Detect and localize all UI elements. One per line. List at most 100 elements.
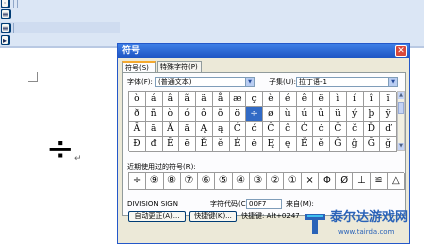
symbol-cell[interactable]: Ď [363, 122, 381, 137]
symbol-cell[interactable]: ë [313, 92, 330, 107]
recent-symbol-cell[interactable]: ② [267, 173, 285, 190]
symbol-cell[interactable]: ý [346, 107, 364, 122]
dialog-titlebar[interactable]: 符号 ✕ [118, 44, 409, 58]
symbol-cell[interactable]: ÷ [246, 107, 263, 122]
symbol-cell[interactable]: č [346, 122, 364, 137]
symbol-cell[interactable]: Ě [296, 137, 314, 152]
recent-symbol-cell[interactable]: ⑨ [146, 173, 164, 190]
symbol-cell[interactable]: ē [179, 137, 196, 152]
recent-symbol-cell[interactable]: ⑦ [180, 173, 198, 190]
symbol-cell[interactable]: Đ [129, 137, 146, 152]
symbol-cell[interactable]: í [346, 92, 364, 107]
symbol-cell[interactable]: ď [380, 122, 397, 137]
scroll-down-icon[interactable]: ▼ [398, 143, 404, 150]
recent-symbol-cell[interactable]: ≌ [370, 173, 388, 190]
chevron-down-icon[interactable]: ▼ [388, 78, 397, 86]
symbol-cell[interactable]: ÿ [380, 107, 397, 122]
symbol-cell[interactable]: ò [162, 107, 180, 122]
symbol-cell[interactable]: î [363, 92, 381, 107]
symbol-cell[interactable]: ą [212, 122, 230, 137]
symbol-cell[interactable]: Ċ [296, 122, 314, 137]
chevron-down-icon[interactable]: ▼ [245, 78, 254, 86]
recent-symbol-cell[interactable]: ⑤ [215, 173, 233, 190]
watermark-title: 泰尔达游戏网 [330, 210, 409, 225]
recent-symbol-cell[interactable]: × [301, 173, 319, 190]
symbol-cell[interactable]: ě [313, 137, 330, 152]
symbol-cell[interactable]: ĝ [346, 137, 364, 152]
symbol-cell[interactable]: ğ [380, 137, 397, 152]
symbol-cell[interactable]: ô [196, 107, 213, 122]
recent-symbol-cell[interactable]: ⊥ [353, 173, 371, 190]
symbol-cell[interactable]: ï [380, 92, 397, 107]
symbol-cell[interactable]: ĉ [279, 122, 297, 137]
symbol-cell[interactable]: Ă [162, 122, 180, 137]
symbol-cell[interactable]: ú [296, 107, 314, 122]
symbol-cell[interactable]: Ē [162, 137, 180, 152]
symbol-cell[interactable]: â [162, 92, 180, 107]
symbol-cell[interactable]: ã [179, 92, 196, 107]
symbol-cell[interactable]: æ [229, 92, 247, 107]
symbol-cell[interactable]: ĕ [212, 137, 230, 152]
recent-symbol-cell[interactable]: Ø [336, 173, 354, 190]
subset-select[interactable]: 拉丁语-1 ▼ [296, 77, 398, 87]
symbol-cell[interactable]: ì [330, 92, 347, 107]
symbol-cell[interactable]: Ĕ [196, 137, 213, 152]
autocorrect-button[interactable]: 自动更正(A)... [128, 211, 186, 222]
symbol-cell[interactable]: Ā [129, 122, 146, 137]
symbol-cell[interactable]: ê [296, 92, 314, 107]
symbol-cell[interactable]: ă [179, 122, 196, 137]
recent-symbol-cell[interactable]: Φ [318, 173, 336, 190]
symbol-cell[interactable]: Ĉ [263, 122, 280, 137]
symbol-cell[interactable]: ć [246, 122, 263, 137]
symbol-cell[interactable]: ä [196, 92, 213, 107]
recent-symbol-cell[interactable]: ÷ [129, 173, 147, 190]
symbol-cell[interactable]: ā [145, 122, 163, 137]
symbol-cell[interactable]: õ [212, 107, 230, 122]
symbol-cell[interactable]: Ą [196, 122, 213, 137]
symbol-cell[interactable]: đ [145, 137, 163, 152]
symbol-cell[interactable]: þ [363, 107, 381, 122]
recent-symbol-cell[interactable]: ⑥ [198, 173, 216, 190]
recent-symbol-cell[interactable]: ④ [232, 173, 250, 190]
scroll-up-icon[interactable]: ▲ [398, 92, 404, 99]
symbol-cell[interactable]: á [145, 92, 163, 107]
symbol-cell[interactable]: ö [229, 107, 247, 122]
symbol-cell[interactable]: Č [330, 122, 347, 137]
scroll-thumb[interactable] [398, 102, 404, 114]
symbol-cell[interactable]: Ĝ [330, 137, 347, 152]
symbol-cell[interactable]: å [212, 92, 230, 107]
recent-symbol-cell[interactable]: ⑧ [163, 173, 181, 190]
toolbar-button[interactable]: ≡ [1, 22, 10, 33]
symbol-cell[interactable]: ü [330, 107, 347, 122]
symbol-cell[interactable]: Ę [263, 137, 280, 152]
symbol-cell[interactable]: ñ [145, 107, 163, 122]
symbol-cell[interactable]: Ć [229, 122, 247, 137]
toolbar-button[interactable]: ▸ [1, 34, 9, 45]
symbol-cell[interactable]: Ė [229, 137, 247, 152]
recent-symbol-cell[interactable]: ① [284, 173, 302, 190]
close-icon[interactable]: ✕ [395, 45, 407, 57]
recent-symbol-cell[interactable]: ③ [249, 173, 267, 190]
symbol-cell[interactable]: ç [246, 92, 263, 107]
toolbar-button[interactable]: ≡ [1, 8, 10, 19]
symbol-grid-scrollbar[interactable]: ▲ ▼ [397, 91, 405, 151]
char-code-input[interactable]: 00F7 [246, 199, 282, 209]
recent-symbol-cell[interactable]: △ [387, 173, 405, 190]
symbol-cell[interactable]: é [279, 92, 297, 107]
symbol-cell[interactable]: Ğ [363, 137, 381, 152]
symbol-cell[interactable]: ó [179, 107, 196, 122]
font-select[interactable]: (普通文本) ▼ [155, 77, 255, 87]
symbol-cell[interactable]: ù [279, 107, 297, 122]
symbol-cell[interactable]: ò [129, 92, 146, 107]
symbol-name: DIVISION SIGN [127, 200, 178, 208]
symbol-cell[interactable]: û [313, 107, 330, 122]
symbol-cell[interactable]: ø [263, 107, 280, 122]
symbol-cell[interactable]: ð [129, 107, 146, 122]
shortcut-key-button[interactable]: 快捷键(K)... [189, 211, 237, 222]
symbol-cell[interactable]: ċ [313, 122, 330, 137]
symbol-cell[interactable]: è [263, 92, 280, 107]
symbol-cell[interactable]: ė [246, 137, 263, 152]
symbol-cell[interactable]: ę [279, 137, 297, 152]
recent-symbols-label: 近期使用过的符号(R): [127, 163, 196, 171]
toolbar-button[interactable]: · [1, 0, 9, 8]
